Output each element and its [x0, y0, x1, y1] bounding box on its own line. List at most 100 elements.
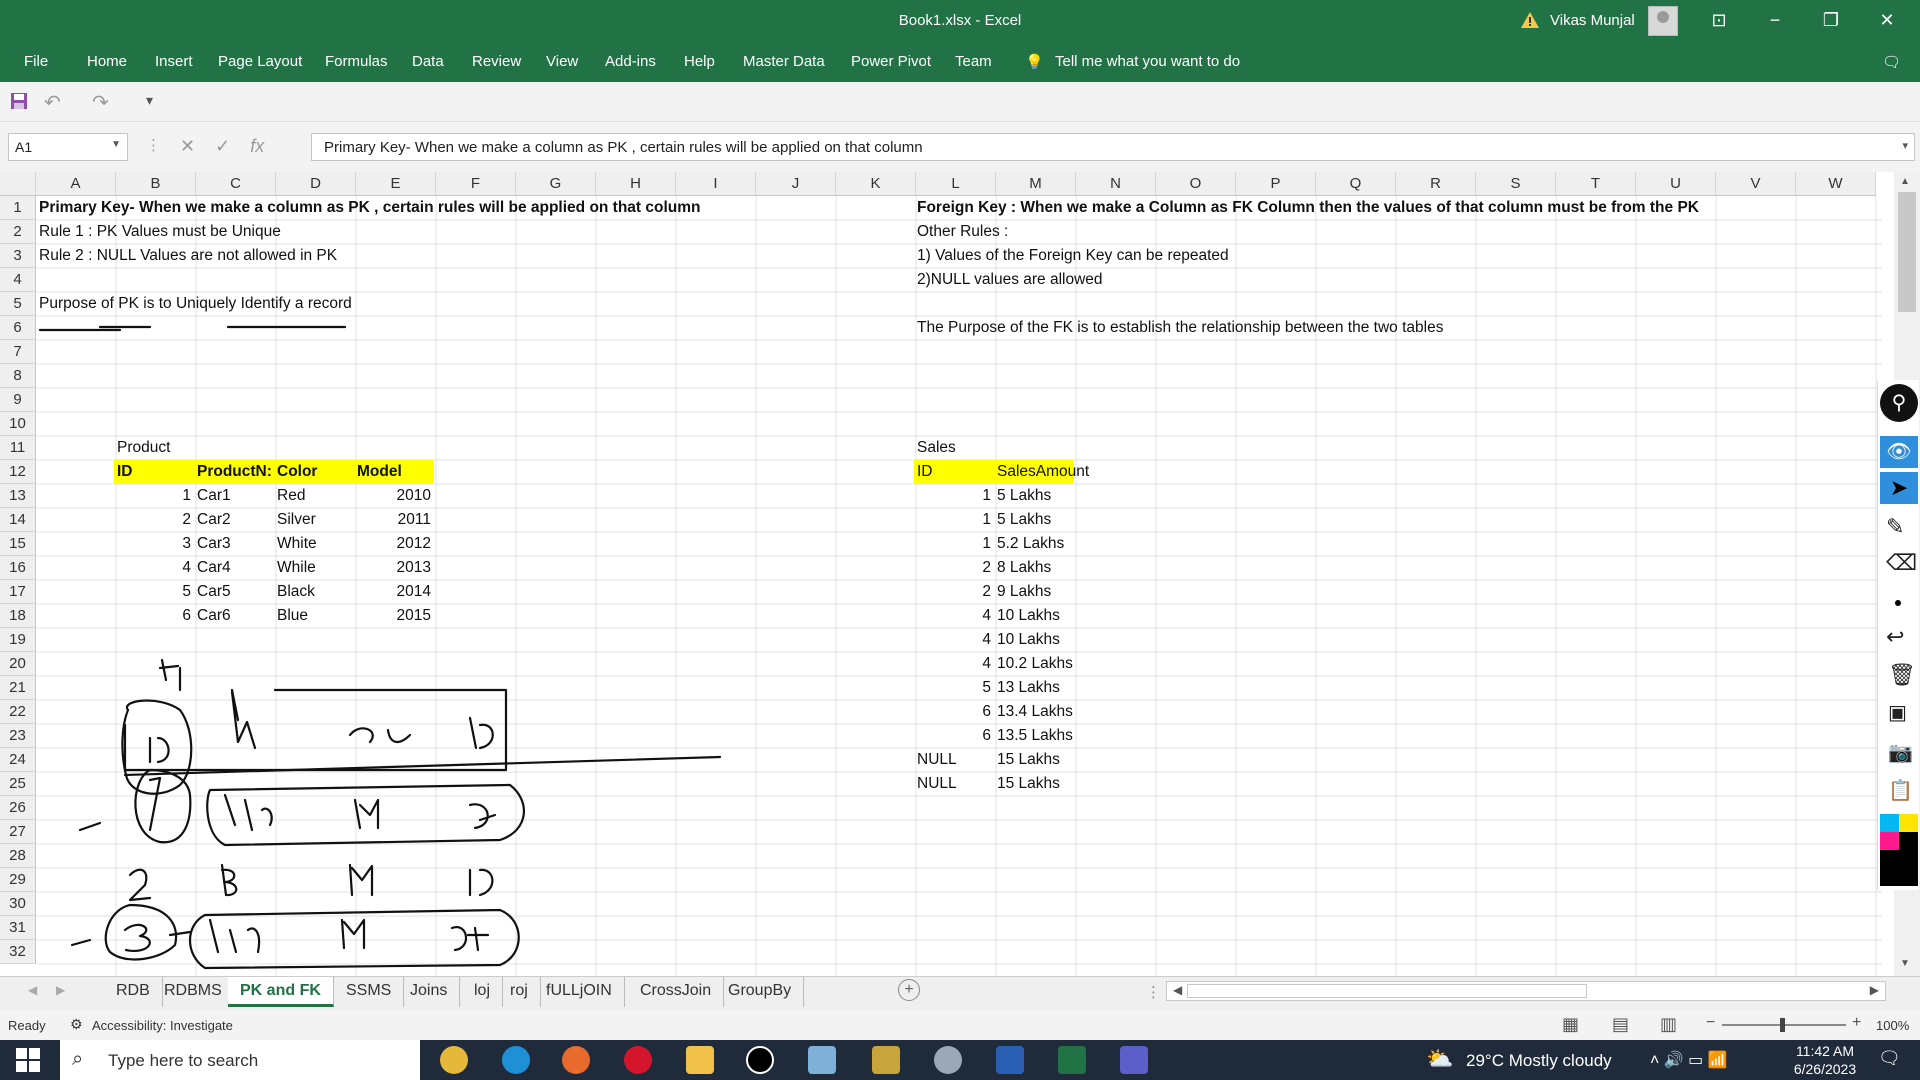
cell-a1[interactable]: Primary Key- When we make a column as PK…	[36, 196, 704, 220]
row-header-13[interactable]: 13	[0, 484, 36, 508]
sheet-tab-fulljoin[interactable]: fULLjOIN	[534, 977, 625, 1007]
sales-id-cell[interactable]: NULL	[914, 748, 994, 772]
row-header-9[interactable]: 9	[0, 388, 36, 412]
row-header-31[interactable]: 31	[0, 916, 36, 940]
notifications-icon[interactable]: 🗨	[1878, 1048, 1901, 1069]
save-icon[interactable]	[10, 92, 28, 110]
tab-splitter-icon[interactable]: ⋮	[1146, 983, 1161, 1001]
row-header-25[interactable]: 25	[0, 772, 36, 796]
product-cell[interactable]: Car5	[194, 580, 274, 604]
chevron-down-icon[interactable]: ▼	[111, 139, 121, 150]
customize-qat-icon[interactable]: ▾	[146, 92, 153, 109]
formula-input[interactable]: Primary Key- When we make a column as PK…	[311, 133, 1915, 161]
row-header-3[interactable]: 3	[0, 244, 36, 268]
sales-id-cell[interactable]: 1	[914, 532, 994, 556]
sales-id-cell[interactable]: 2	[914, 580, 994, 604]
sales-id-cell[interactable]: 5	[914, 676, 994, 700]
tab-page-layout[interactable]: Page Layout	[218, 53, 302, 70]
product-cell[interactable]: While	[274, 556, 354, 580]
column-header-m[interactable]: M	[996, 172, 1076, 196]
column-header-p[interactable]: P	[1236, 172, 1316, 196]
minimize-icon[interactable]: −	[1752, 0, 1798, 42]
sales-id-cell[interactable]: 6	[914, 700, 994, 724]
cell-l1[interactable]: Foreign Key : When we make a Column as F…	[914, 196, 1702, 220]
scroll-left-icon[interactable]: ◀	[1173, 983, 1182, 997]
column-header-a[interactable]: A	[36, 172, 116, 196]
row-header-2[interactable]: 2	[0, 220, 36, 244]
scroll-thumb[interactable]	[1898, 192, 1916, 312]
product-cell[interactable]: 5	[114, 580, 194, 604]
add-sheet-icon[interactable]: +	[898, 979, 920, 1001]
product-cell[interactable]: Blue	[274, 604, 354, 628]
sales-amount-cell[interactable]: 13.5 Lakhs	[994, 724, 1076, 748]
product-header-id[interactable]: ID	[114, 460, 194, 484]
scroll-up-icon[interactable]: ▲	[1900, 176, 1910, 187]
row-header-28[interactable]: 28	[0, 844, 36, 868]
row-header-24[interactable]: 24	[0, 748, 36, 772]
row-header-8[interactable]: 8	[0, 364, 36, 388]
sheet-tab-pk-and-fk[interactable]: PK and FK	[228, 977, 334, 1007]
cell-a3[interactable]: Rule 2 : NULL Values are not allowed in …	[36, 244, 340, 268]
column-header-c[interactable]: C	[196, 172, 276, 196]
product-header-model[interactable]: Model	[354, 460, 434, 484]
pen-app-icon[interactable]: ⚲	[1880, 384, 1918, 422]
column-header-e[interactable]: E	[356, 172, 436, 196]
excel-icon[interactable]	[1058, 1046, 1086, 1074]
chrome-icon[interactable]	[440, 1046, 468, 1074]
cell-a5[interactable]: Purpose of PK is to Uniquely Identify a …	[36, 292, 355, 316]
ribbon-display-icon[interactable]: ⊡	[1696, 0, 1742, 42]
cell-l3[interactable]: 1) Values of the Foreign Key can be repe…	[914, 244, 1232, 268]
column-header-w[interactable]: W	[1796, 172, 1876, 196]
dot-size-icon[interactable]	[1895, 600, 1901, 606]
sales-amount-cell[interactable]: 9 Lakhs	[994, 580, 1054, 604]
taskbar-search[interactable]: ⌕ Type here to search	[60, 1040, 420, 1080]
word-icon[interactable]	[996, 1046, 1024, 1074]
zoom-level[interactable]: 100%	[1876, 1018, 1909, 1033]
sales-id-cell[interactable]: NULL	[914, 772, 994, 796]
accessibility-status[interactable]: Accessibility: Investigate	[92, 1018, 233, 1033]
clock-date[interactable]: 6/26/2023	[1782, 1061, 1868, 1077]
sales-amount-cell[interactable]: 5 Lakhs	[994, 508, 1054, 532]
column-header-d[interactable]: D	[276, 172, 356, 196]
column-header-v[interactable]: V	[1716, 172, 1796, 196]
row-header-22[interactable]: 22	[0, 700, 36, 724]
tab-help[interactable]: Help	[684, 53, 715, 70]
color-black[interactable]	[1880, 850, 1918, 886]
page-break-view-icon[interactable]: ▥	[1660, 1014, 1677, 1035]
column-header-n[interactable]: N	[1076, 172, 1156, 196]
product-header-name[interactable]: ProductN:	[194, 460, 274, 484]
horizontal-scrollbar[interactable]: ◀ ▶	[1166, 981, 1886, 1001]
sales-amount-cell[interactable]: 15 Lakhs	[994, 772, 1063, 796]
sales-amount-cell[interactable]: 10.2 Lakhs	[994, 652, 1076, 676]
row-header-16[interactable]: 16	[0, 556, 36, 580]
sales-id-cell[interactable]: 1	[914, 484, 994, 508]
sales-id-cell[interactable]: 4	[914, 652, 994, 676]
tab-file[interactable]: File	[24, 53, 48, 70]
column-header-h[interactable]: H	[596, 172, 676, 196]
tray-icons[interactable]: ˄ 🔊 ▭ 📶	[1650, 1050, 1728, 1070]
enter-icon[interactable]: ✓	[215, 136, 230, 156]
tab-team[interactable]: Team	[955, 53, 992, 70]
column-header-f[interactable]: F	[436, 172, 516, 196]
row-header-30[interactable]: 30	[0, 892, 36, 916]
app-icon[interactable]	[808, 1046, 836, 1074]
product-cell[interactable]: 2010	[354, 484, 434, 508]
sales-amount-cell[interactable]: 13 Lakhs	[994, 676, 1063, 700]
row-header-14[interactable]: 14	[0, 508, 36, 532]
column-header-q[interactable]: Q	[1316, 172, 1396, 196]
sales-amount-cell[interactable]: 10 Lakhs	[994, 628, 1063, 652]
product-cell[interactable]: 1	[114, 484, 194, 508]
sales-amount-cell[interactable]: 15 Lakhs	[994, 748, 1063, 772]
select-all-corner[interactable]	[0, 172, 36, 196]
zoom-in-icon[interactable]: +	[1852, 1014, 1861, 1032]
row-header-17[interactable]: 17	[0, 580, 36, 604]
sales-amount-cell[interactable]: 10 Lakhs	[994, 604, 1063, 628]
windows-start-icon[interactable]	[16, 1048, 40, 1072]
product-cell[interactable]: 6	[114, 604, 194, 628]
column-header-g[interactable]: G	[516, 172, 596, 196]
product-cell[interactable]: Silver	[274, 508, 354, 532]
weather-text[interactable]: 29°C Mostly cloudy	[1466, 1051, 1612, 1071]
row-header-10[interactable]: 10	[0, 412, 36, 436]
scroll-down-icon[interactable]: ▼	[1900, 958, 1910, 969]
column-header-r[interactable]: R	[1396, 172, 1476, 196]
